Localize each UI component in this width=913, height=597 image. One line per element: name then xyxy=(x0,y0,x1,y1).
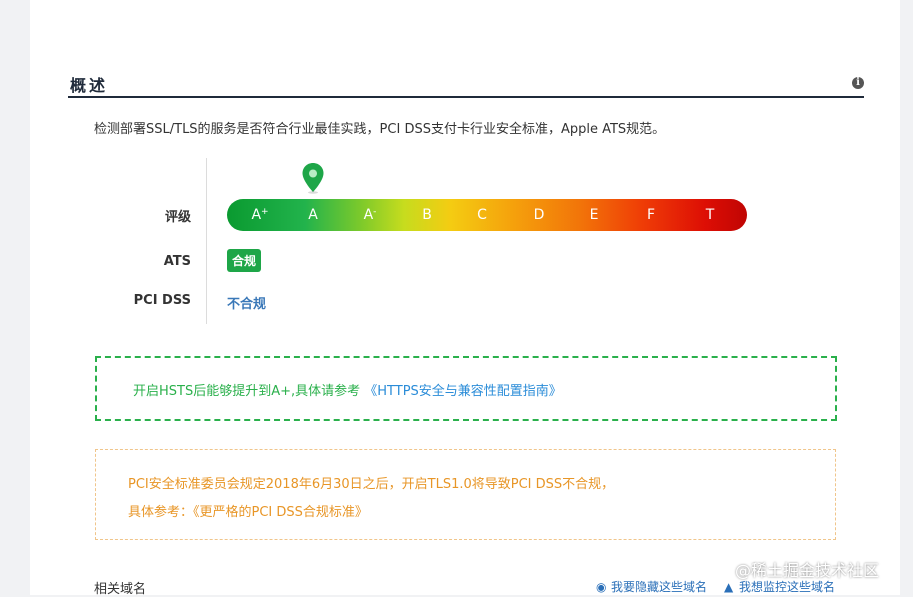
grade-8: T xyxy=(695,207,725,223)
grade-suffix: + xyxy=(261,207,269,217)
hsts-tip: 开启HSTS后能够提升到A+,具体请参考 《HTTPS安全与兼容性配置指南》 xyxy=(133,380,562,399)
monitor-domains-label: 我想监控这些域名 xyxy=(739,580,836,594)
grade-letter: T xyxy=(705,207,715,223)
grade-7: F xyxy=(636,207,666,223)
hsts-tip-box: 开启HSTS后能够提升到A+,具体请参考 《HTTPS安全与兼容性配置指南》 xyxy=(95,356,837,421)
grade-1: A xyxy=(298,207,328,223)
hsts-tip-text: 开启HSTS后能够提升到A+,具体请参考 xyxy=(133,384,361,399)
grade-letter: C xyxy=(477,207,487,223)
grade-letter: F xyxy=(646,207,656,223)
grade-letter: D xyxy=(533,207,545,223)
grade-3: B xyxy=(412,207,442,223)
section-title: 概述 xyxy=(70,76,109,95)
pci-tip-line1: PCI安全标准委员会规定2018年6月30日之后，开启TLS1.0将导致PCI … xyxy=(128,477,615,492)
info-icon[interactable]: i xyxy=(852,77,864,89)
rating-area: 评级 ATS PCI DSS A+ A A- B C D E F T 合规 不合规 xyxy=(30,158,900,328)
ats-label: ATS xyxy=(163,254,191,269)
grade-0: A+ xyxy=(245,207,275,223)
pci-tip-prefix: 具体参考： xyxy=(128,505,194,520)
hide-domains-label: 我要隐藏这些域名 xyxy=(611,580,708,594)
grade-6: E xyxy=(579,207,609,223)
grade-letter: A xyxy=(251,207,262,223)
divider xyxy=(206,158,207,324)
grade-4: C xyxy=(467,207,497,223)
pci-label: PCI DSS xyxy=(133,293,191,308)
section-header: 概述 i xyxy=(68,70,864,98)
eye-icon: ◉ xyxy=(596,580,607,594)
grade-5: D xyxy=(524,207,554,223)
grade-2: A- xyxy=(355,207,385,223)
grade-letter: A xyxy=(308,207,318,223)
description: 检测部署SSL/TLS的服务是否符合行业最佳实践，PCI DSS支付卡行业安全标… xyxy=(94,122,666,137)
hide-domains-link[interactable]: ◉ 我要隐藏这些域名 xyxy=(596,578,707,595)
ats-status-badge: 合规 xyxy=(227,249,262,272)
pci-standard-link[interactable]: 《更严格的PCI DSS合规标准》 xyxy=(193,505,368,520)
pci-status: 不合规 xyxy=(227,297,267,312)
rating-label: 评级 xyxy=(164,210,191,225)
bell-icon: ▲ xyxy=(724,580,734,594)
main-card: 概述 i 检测部署SSL/TLS的服务是否符合行业最佳实践，PCI DSS支付卡… xyxy=(30,0,900,597)
grade-letter: B xyxy=(422,207,432,223)
grade-bar: A+ A A- B C D E F T xyxy=(227,199,747,231)
pci-tip-box: PCI安全标准委员会规定2018年6月30日之后，开启TLS1.0将导致PCI … xyxy=(95,449,836,540)
watermark: @稀土掘金技术社区 xyxy=(735,561,880,580)
grade-letter: A xyxy=(363,207,374,223)
grade-letter: E xyxy=(589,207,599,223)
related-domains-title: 相关域名 xyxy=(94,582,147,597)
hsts-guide-link[interactable]: 《HTTPS安全与兼容性配置指南》 xyxy=(364,384,562,399)
grade-suffix: - xyxy=(373,207,377,217)
map-pin-icon xyxy=(302,163,324,194)
pci-tip-line2: 具体参考：《更严格的PCI DSS合规标准》 xyxy=(128,501,368,520)
